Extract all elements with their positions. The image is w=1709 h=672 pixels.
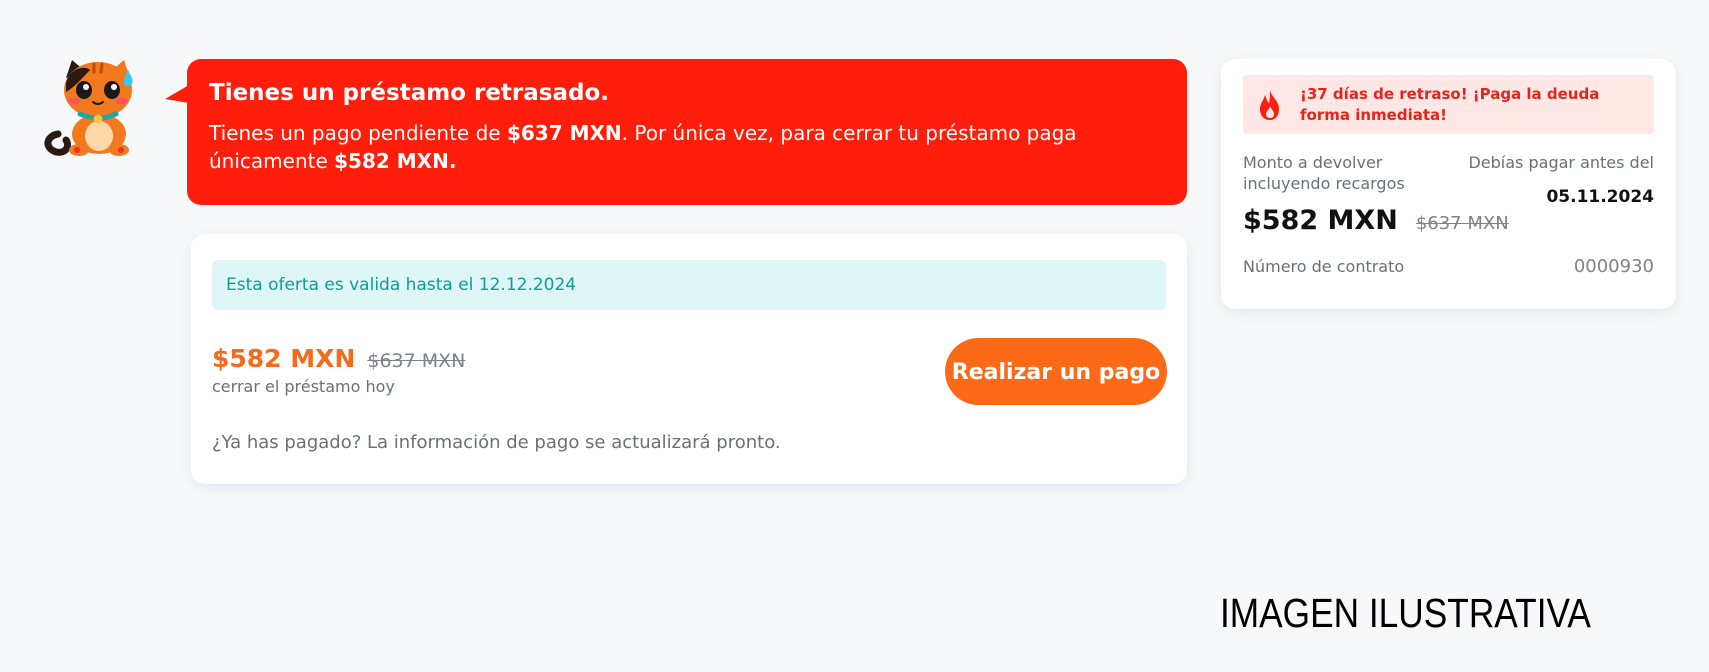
notice-offer-amount: $582 MXN. [334, 149, 457, 173]
loan-summary-card: ¡37 días de retraso! ¡Paga la deuda form… [1221, 59, 1676, 309]
overdue-alert-text: ¡37 días de retraso! ¡Paga la deuda form… [1300, 85, 1600, 124]
offer-card: Esta oferta es valida hasta el 12.12.202… [191, 234, 1187, 484]
offer-price-row: $582 MXN $637 MXN [212, 344, 465, 374]
overdue-notice-banner: Tienes un préstamo retrasado. Tienes un … [165, 59, 1187, 205]
offer-subtitle: cerrar el préstamo hoy [212, 377, 395, 396]
payment-update-note: ¿Ya has pagado? La información de pago s… [212, 432, 781, 453]
summary-price: $582 MXN [1243, 205, 1398, 236]
speech-bubble-tail [165, 85, 189, 103]
notice-text: Tienes un pago pendiente de $637 MXN. Po… [209, 119, 1165, 175]
due-date-value: 05.11.2024 [1546, 187, 1654, 207]
overdue-alert: ¡37 días de retraso! ¡Paga la deuda form… [1243, 75, 1654, 134]
due-date-label: Debías pagar antes del [1468, 153, 1654, 172]
notice-title: Tienes un préstamo retrasado. [209, 80, 609, 106]
contract-number-value: 0000930 [1573, 256, 1654, 277]
offer-price: $582 MXN [212, 344, 356, 373]
summary-old-price: $637 MXN [1415, 213, 1509, 234]
notice-pending-amount: $637 MXN [506, 121, 622, 145]
offer-validity-banner: Esta oferta es valida hasta el 12.12.202… [212, 260, 1166, 310]
summary-price-row: $582 MXN $637 MXN [1243, 205, 1509, 236]
flame-icon [1257, 89, 1283, 121]
make-payment-button[interactable]: Realizar un pago [945, 338, 1167, 405]
notice-text-part1: Tienes un pago pendiente de [209, 121, 507, 145]
offer-old-price: $637 MXN [367, 350, 466, 372]
illustrative-image-caption: IMAGEN ILUSTRATIVA [1220, 590, 1591, 636]
contract-number-label: Número de contrato [1243, 257, 1405, 276]
amount-due-label: Monto a devolver incluyendo recargos [1243, 153, 1405, 193]
cat-mascot-icon [44, 56, 148, 156]
